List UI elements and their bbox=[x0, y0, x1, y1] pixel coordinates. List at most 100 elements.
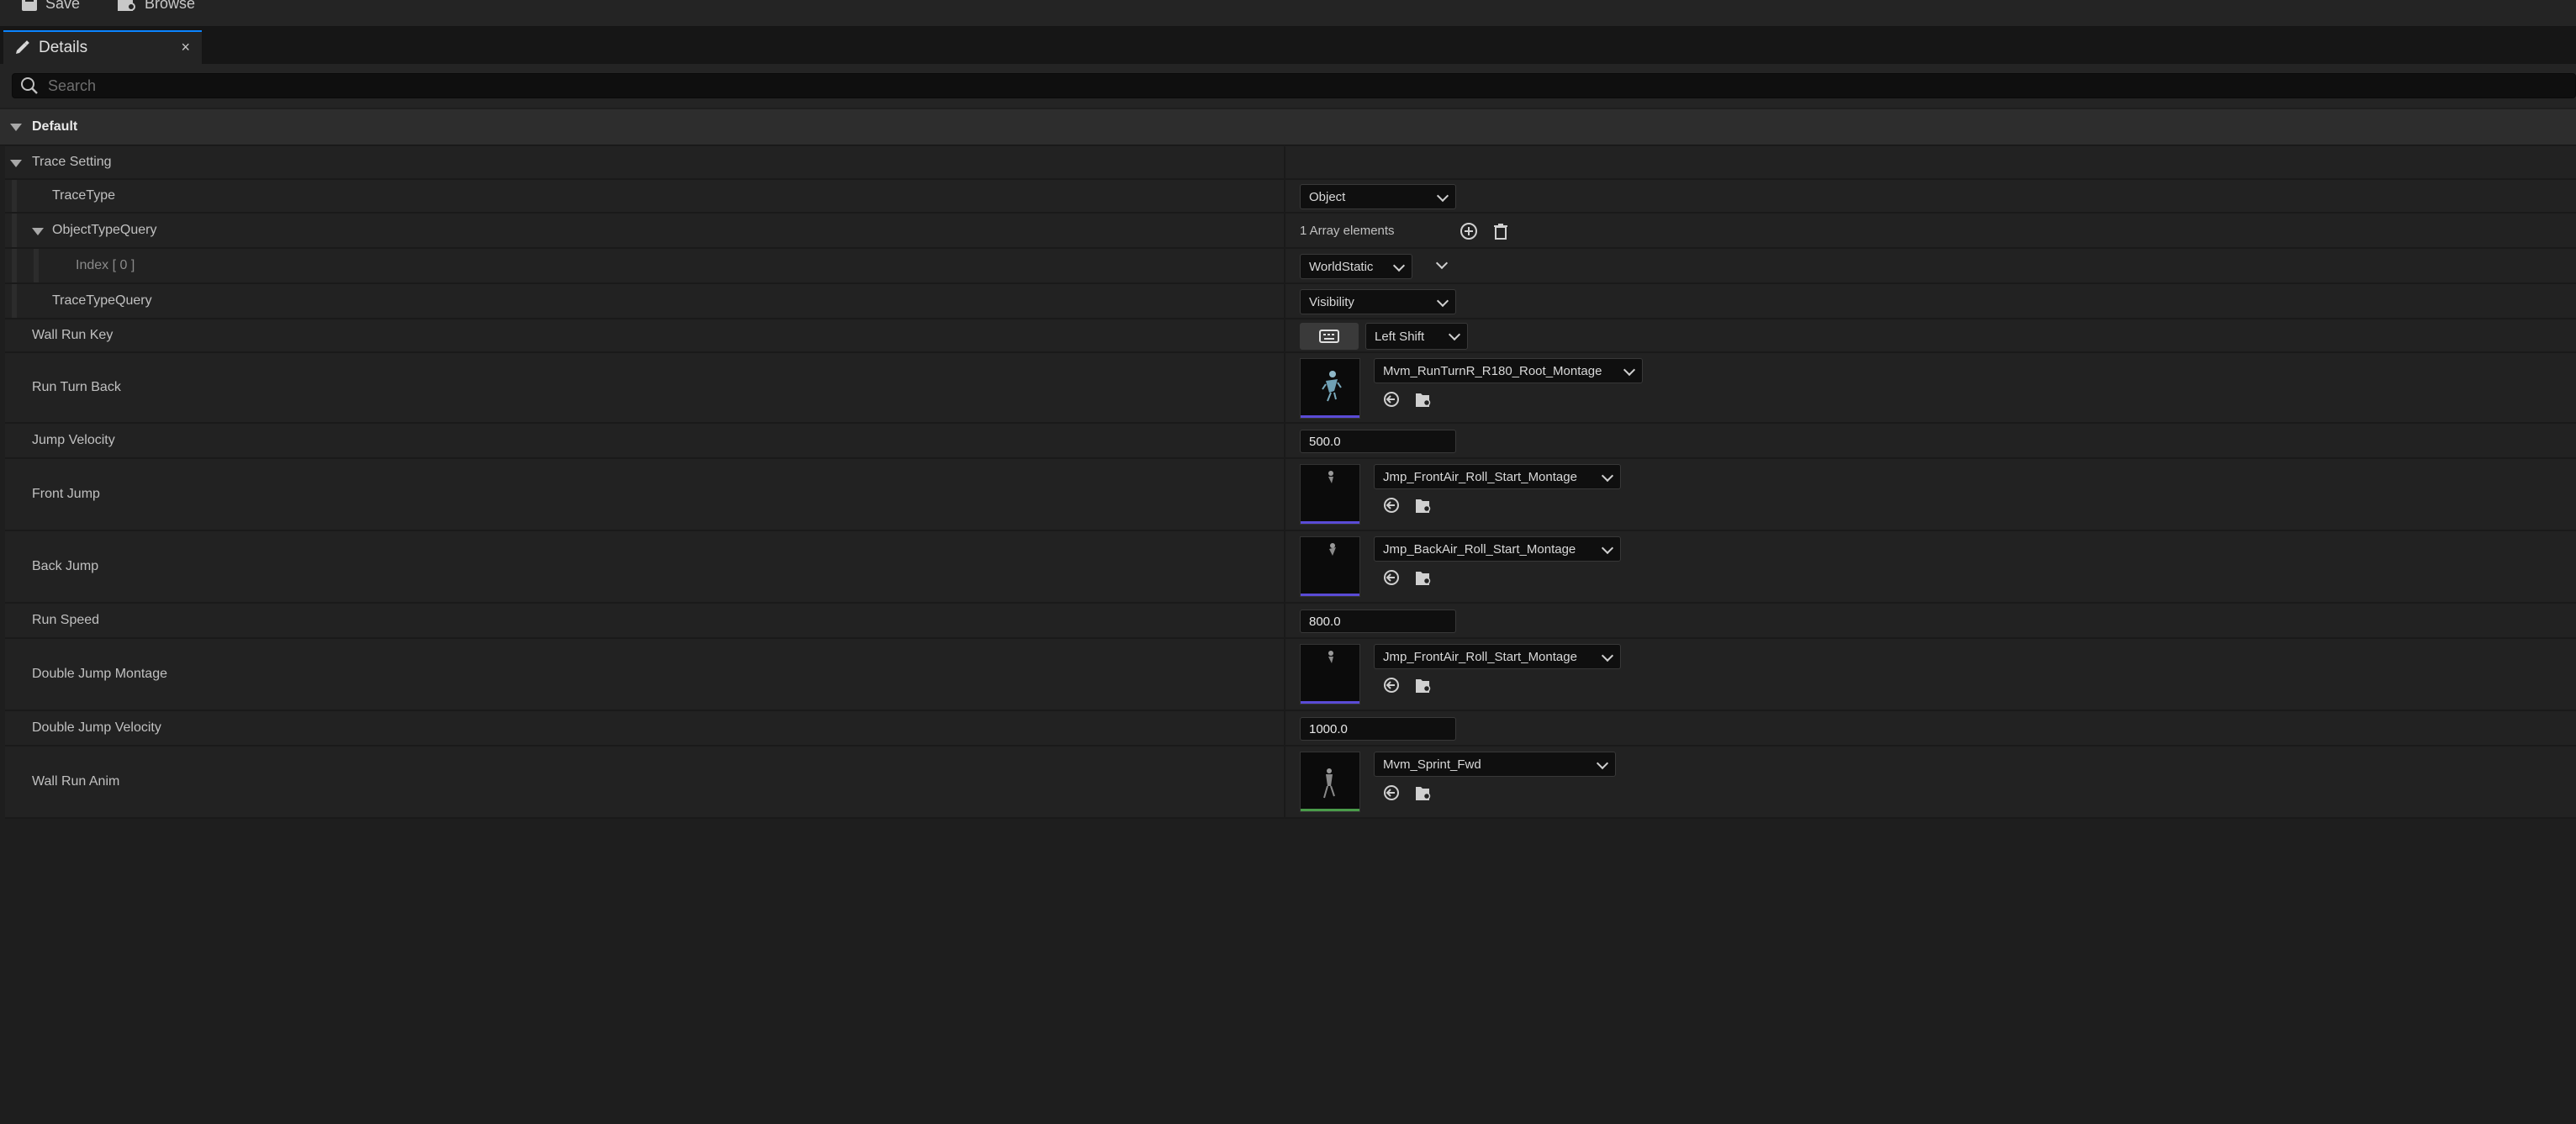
front-jump-asset: Jmp_FrontAir_Roll_Start_Montage bbox=[1383, 469, 1577, 484]
row-run-speed: Run Speed 800.0 bbox=[5, 604, 2576, 639]
asset-type-underline bbox=[1301, 415, 1359, 418]
column-divider bbox=[1284, 249, 1285, 282]
column-divider bbox=[1284, 180, 1285, 212]
row-trace-setting[interactable]: Trace Setting bbox=[5, 146, 2576, 180]
save-icon bbox=[22, 0, 37, 11]
search-icon bbox=[21, 77, 38, 94]
collapse-arrow-icon[interactable] bbox=[10, 123, 22, 131]
chevron-down-icon bbox=[1601, 541, 1614, 555]
wall-run-anim-asset: Mvm_Sprint_Fwd bbox=[1383, 757, 1481, 772]
trace-type-label: TraceType bbox=[52, 188, 115, 203]
asset-thumbnail[interactable] bbox=[1300, 358, 1360, 419]
chevron-down-icon bbox=[1623, 363, 1636, 377]
save-button[interactable]: Save bbox=[20, 0, 80, 13]
use-selected-icon[interactable] bbox=[1382, 676, 1401, 694]
asset-type-underline bbox=[1301, 594, 1359, 596]
browse-asset-icon[interactable] bbox=[1414, 784, 1433, 802]
browse-asset-icon[interactable] bbox=[1414, 496, 1433, 515]
double-jump-montage-label: Double Jump Montage bbox=[32, 667, 167, 681]
use-selected-icon[interactable] bbox=[1382, 496, 1401, 515]
row-trace-type-query: TraceTypeQuery Visibility bbox=[5, 284, 2576, 319]
trace-type-dropdown[interactable]: Object bbox=[1300, 184, 1456, 209]
double-jump-montage-asset-picker[interactable]: Jmp_FrontAir_Roll_Start_Montage bbox=[1374, 644, 1621, 669]
row-index-0: Index [ 0 ] WorldStatic bbox=[5, 249, 2576, 284]
chevron-down-icon bbox=[1436, 189, 1449, 203]
trace-type-query-dropdown[interactable]: Visibility bbox=[1300, 289, 1456, 314]
animation-thumbnail-icon bbox=[1323, 768, 1335, 799]
use-selected-icon[interactable] bbox=[1382, 390, 1401, 409]
close-icon[interactable]: × bbox=[181, 39, 190, 56]
double-jump-velocity-input[interactable]: 1000.0 bbox=[1300, 717, 1456, 741]
trash-icon[interactable] bbox=[1491, 222, 1510, 240]
montage-thumbnail-icon bbox=[1329, 543, 1336, 556]
chevron-down-icon bbox=[1601, 649, 1614, 662]
browse-asset-icon[interactable] bbox=[1414, 568, 1433, 587]
index-0-value: WorldStatic bbox=[1309, 259, 1374, 274]
category-default[interactable]: Default bbox=[0, 109, 2576, 145]
browse-button[interactable]: Browse bbox=[116, 0, 195, 13]
asset-thumbnail[interactable] bbox=[1300, 752, 1360, 812]
trace-type-query-label: TraceTypeQuery bbox=[52, 293, 152, 308]
tab-details[interactable]: Details × bbox=[3, 30, 202, 64]
column-divider bbox=[1284, 214, 1285, 247]
chevron-down-icon bbox=[1596, 757, 1609, 770]
tab-strip: Details × bbox=[0, 27, 2576, 64]
asset-thumbnail[interactable] bbox=[1300, 644, 1360, 704]
wall-run-anim-asset-picker[interactable]: Mvm_Sprint_Fwd bbox=[1374, 752, 1616, 777]
run-speed-input[interactable]: 800.0 bbox=[1300, 609, 1456, 633]
indent-bar bbox=[12, 214, 17, 247]
collapse-arrow-icon[interactable] bbox=[32, 228, 44, 235]
asset-thumbnail[interactable] bbox=[1300, 536, 1360, 597]
montage-thumbnail-icon bbox=[1322, 371, 1342, 402]
front-jump-label: Front Jump bbox=[32, 487, 100, 501]
montage-thumbnail-icon bbox=[1328, 471, 1333, 483]
row-run-turn-back: Run Turn Back Mvm_RunTurnR_R180_Root_Mon… bbox=[5, 353, 2576, 424]
indent-bar bbox=[12, 180, 17, 212]
browse-asset-icon[interactable] bbox=[1414, 390, 1433, 409]
run-speed-value: 800.0 bbox=[1309, 614, 1341, 629]
use-selected-icon[interactable] bbox=[1382, 568, 1401, 587]
row-double-jump-montage: Double Jump Montage Jmp_FrontAir_Roll_St… bbox=[5, 639, 2576, 711]
element-options-chevron-icon[interactable] bbox=[1435, 256, 1449, 270]
chevron-down-icon bbox=[1601, 469, 1614, 483]
use-selected-icon[interactable] bbox=[1382, 784, 1401, 802]
front-jump-asset-picker[interactable]: Jmp_FrontAir_Roll_Start_Montage bbox=[1374, 464, 1621, 489]
jump-velocity-input[interactable]: 500.0 bbox=[1300, 430, 1456, 453]
column-divider bbox=[1284, 747, 1285, 817]
column-divider bbox=[1284, 711, 1285, 745]
indent-bar bbox=[34, 249, 39, 282]
row-object-type-query[interactable]: ObjectTypeQuery 1 Array elements bbox=[5, 214, 2576, 249]
toolbar: Save Browse bbox=[0, 0, 2576, 27]
empty-panel-area bbox=[0, 819, 2576, 1124]
row-front-jump: Front Jump Jmp_FrontAir_Roll_Start_Monta… bbox=[5, 459, 2576, 531]
row-double-jump-velocity: Double Jump Velocity 1000.0 bbox=[5, 711, 2576, 747]
asset-type-underline bbox=[1301, 701, 1359, 704]
row-back-jump: Back Jump Jmp_BackAir_Roll_Start_Montage bbox=[5, 531, 2576, 604]
back-jump-asset: Jmp_BackAir_Roll_Start_Montage bbox=[1383, 541, 1576, 557]
category-label: Default bbox=[32, 119, 78, 134]
key-capture-button[interactable] bbox=[1300, 323, 1359, 350]
run-speed-label: Run Speed bbox=[32, 613, 100, 627]
row-jump-velocity: Jump Velocity 500.0 bbox=[5, 424, 2576, 459]
row-wall-run-anim: Wall Run Anim Mvm_Sprint_Fwd bbox=[5, 747, 2576, 819]
column-divider bbox=[1284, 284, 1285, 318]
back-jump-asset-picker[interactable]: Jmp_BackAir_Roll_Start_Montage bbox=[1374, 536, 1621, 562]
keyboard-icon bbox=[1319, 330, 1339, 343]
run-turn-back-asset-picker[interactable]: Mvm_RunTurnR_R180_Root_Montage bbox=[1374, 358, 1643, 383]
wall-run-key-label: Wall Run Key bbox=[32, 328, 113, 342]
add-element-icon[interactable] bbox=[1460, 222, 1478, 240]
column-divider bbox=[1284, 353, 1285, 422]
jump-velocity-label: Jump Velocity bbox=[32, 433, 115, 447]
browse-asset-icon[interactable] bbox=[1414, 676, 1433, 694]
search-input[interactable] bbox=[46, 76, 2488, 96]
double-jump-velocity-value: 1000.0 bbox=[1309, 721, 1348, 736]
run-turn-back-asset: Mvm_RunTurnR_R180_Root_Montage bbox=[1383, 363, 1602, 378]
asset-thumbnail[interactable] bbox=[1300, 464, 1360, 525]
collapse-arrow-icon[interactable] bbox=[10, 160, 22, 167]
run-turn-back-label: Run Turn Back bbox=[32, 380, 121, 394]
row-wall-run-key: Wall Run Key Left Shift bbox=[5, 319, 2576, 353]
indent-bar bbox=[12, 249, 17, 282]
wall-run-key-dropdown[interactable]: Left Shift bbox=[1365, 323, 1468, 350]
index-0-dropdown[interactable]: WorldStatic bbox=[1300, 254, 1412, 279]
trace-type-query-value: Visibility bbox=[1309, 294, 1354, 309]
